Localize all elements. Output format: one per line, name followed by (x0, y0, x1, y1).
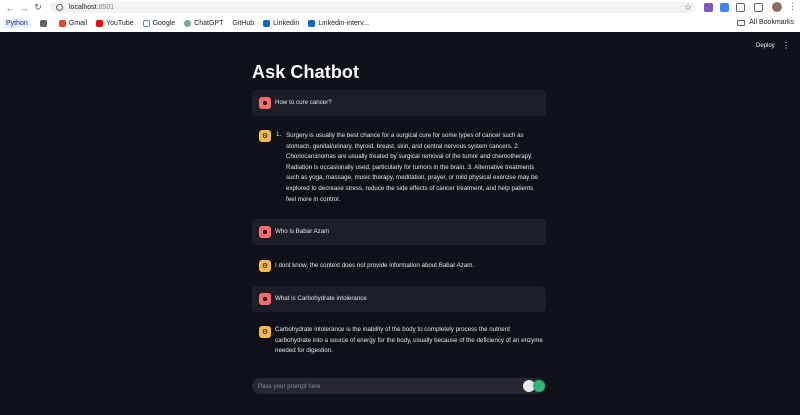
message-line: Choriocarcinomas are usually treated by … (286, 153, 533, 161)
user-avatar-icon: ☻ (259, 97, 271, 109)
message-text: Carbohydrate intolerance is the inabilit… (275, 325, 543, 357)
message-line: stomach, genital/urinary, thyroid, breas… (286, 142, 520, 150)
back-icon[interactable]: ← (4, 2, 16, 14)
bookmarks-bar: Python Gmail YouTube Google ChatGPT GitH… (0, 15, 800, 31)
side-panel-icon[interactable] (754, 3, 763, 12)
message-line: carbohydrate into a source of energy for… (275, 336, 543, 344)
bookmark-python[interactable]: Python (3, 18, 31, 28)
bookmark-label: GitHub (232, 19, 255, 27)
google-icon (142, 19, 150, 27)
site-info-icon[interactable] (56, 4, 63, 11)
bookmark-label: Google (152, 19, 176, 27)
chat-message-user: ☻ How to cure cancer? (252, 90, 546, 116)
user-avatar-icon: ☻ (259, 293, 271, 305)
browser-chrome: ← → ↻ localhost :8501 ☆ ⋮ Python Gmail Y… (0, 0, 800, 32)
folder-icon (737, 19, 746, 26)
bot-avatar-icon: ⚙ (259, 130, 271, 142)
message-line: Radiation is occasionally used, particul… (286, 163, 535, 171)
message-text: I dont know, the context does not provid… (275, 262, 475, 269)
bookmark-github[interactable]: GitHub (232, 20, 254, 27)
bookmark-label: Linkedin (273, 19, 300, 27)
bookmark-google[interactable]: Google (142, 19, 176, 27)
chatgpt-icon (184, 19, 192, 27)
url-host: localhost (69, 4, 97, 11)
user-avatar-icon: ☻ (259, 226, 271, 238)
address-bar[interactable]: localhost :8501 (50, 2, 695, 13)
bot-avatar-icon: ⚙ (259, 260, 271, 272)
bookmark-youtube[interactable]: YouTube (96, 19, 134, 27)
bookmark-chatgpt[interactable]: ChatGPT (184, 19, 224, 27)
prompt-input[interactable] (258, 380, 508, 392)
bookmark-label: Linkedin-interv... (318, 19, 370, 27)
message-line: feel more in control. (286, 195, 341, 203)
bookmark-label: ChatGPT (194, 19, 224, 27)
deploy-button[interactable]: Deploy (756, 43, 775, 49)
url-port: :8501 (96, 4, 115, 11)
apps-grid-icon (39, 19, 47, 27)
message-text: How to cure cancer? (275, 99, 332, 106)
message-text: What is Carbohydrate intolerance (275, 295, 367, 302)
extension-icon[interactable] (704, 3, 713, 12)
extension-icon[interactable] (720, 3, 729, 12)
bookmark-label: Gmail (68, 19, 88, 27)
message-line: Surgery is usually the best chance for a… (286, 132, 524, 139)
chat-message-assistant: ⚙ 1. Surgery is usually the best chance … (252, 126, 546, 210)
app-menu-icon[interactable]: ⋮ (782, 41, 790, 50)
message-line: such as yoga, massage, music therapy, me… (286, 174, 538, 182)
gmail-icon (58, 19, 66, 27)
page-title: Ask Chatbot (252, 62, 360, 82)
message-text: Who is Babar Azam (275, 228, 330, 235)
youtube-icon (96, 19, 104, 27)
message-line: Carbohydrate intolerance is the inabilit… (275, 326, 510, 333)
bot-avatar-icon: ⚙ (259, 326, 271, 338)
bookmark-linkedin-interview[interactable]: Linkedin-interv... (308, 19, 370, 27)
chat-message-user: ☻ Who is Babar Azam (252, 219, 546, 245)
list-number: 1. (276, 131, 282, 138)
bookmark-gmail[interactable]: Gmail (58, 19, 88, 27)
linkedin-icon (263, 19, 271, 27)
all-bookmarks-label: All Bookmarks (749, 19, 794, 26)
all-bookmarks[interactable]: All Bookmarks (737, 19, 794, 26)
bookmark-apps[interactable] (39, 19, 50, 27)
linkedin-icon (308, 19, 316, 27)
message-line: explored to decrease stress, reduce the … (286, 184, 534, 192)
profile-avatar[interactable] (772, 2, 782, 12)
chat-input-container (252, 378, 546, 394)
message-text: Surgery is usually the best chance for a… (286, 131, 538, 205)
message-line: needed for digestion. (275, 347, 333, 355)
browser-menu-icon[interactable]: ⋮ (788, 1, 797, 12)
chat-message-user: ☻ What is Carbohydrate intolerance (252, 286, 546, 312)
forward-icon[interactable]: → (18, 2, 30, 14)
chat-message-assistant: ⚙ Carbohydrate intolerance is the inabil… (252, 322, 546, 362)
chat-message-assistant: ⚙ I dont know, the context does not prov… (252, 256, 546, 276)
bookmark-star-icon[interactable]: ☆ (684, 2, 692, 13)
reload-icon[interactable]: ↻ (32, 2, 44, 14)
extensions-puzzle-icon[interactable] (736, 3, 745, 12)
send-button[interactable] (533, 380, 545, 392)
bookmark-label: YouTube (106, 19, 134, 27)
bookmark-linkedin[interactable]: Linkedin (263, 19, 300, 27)
